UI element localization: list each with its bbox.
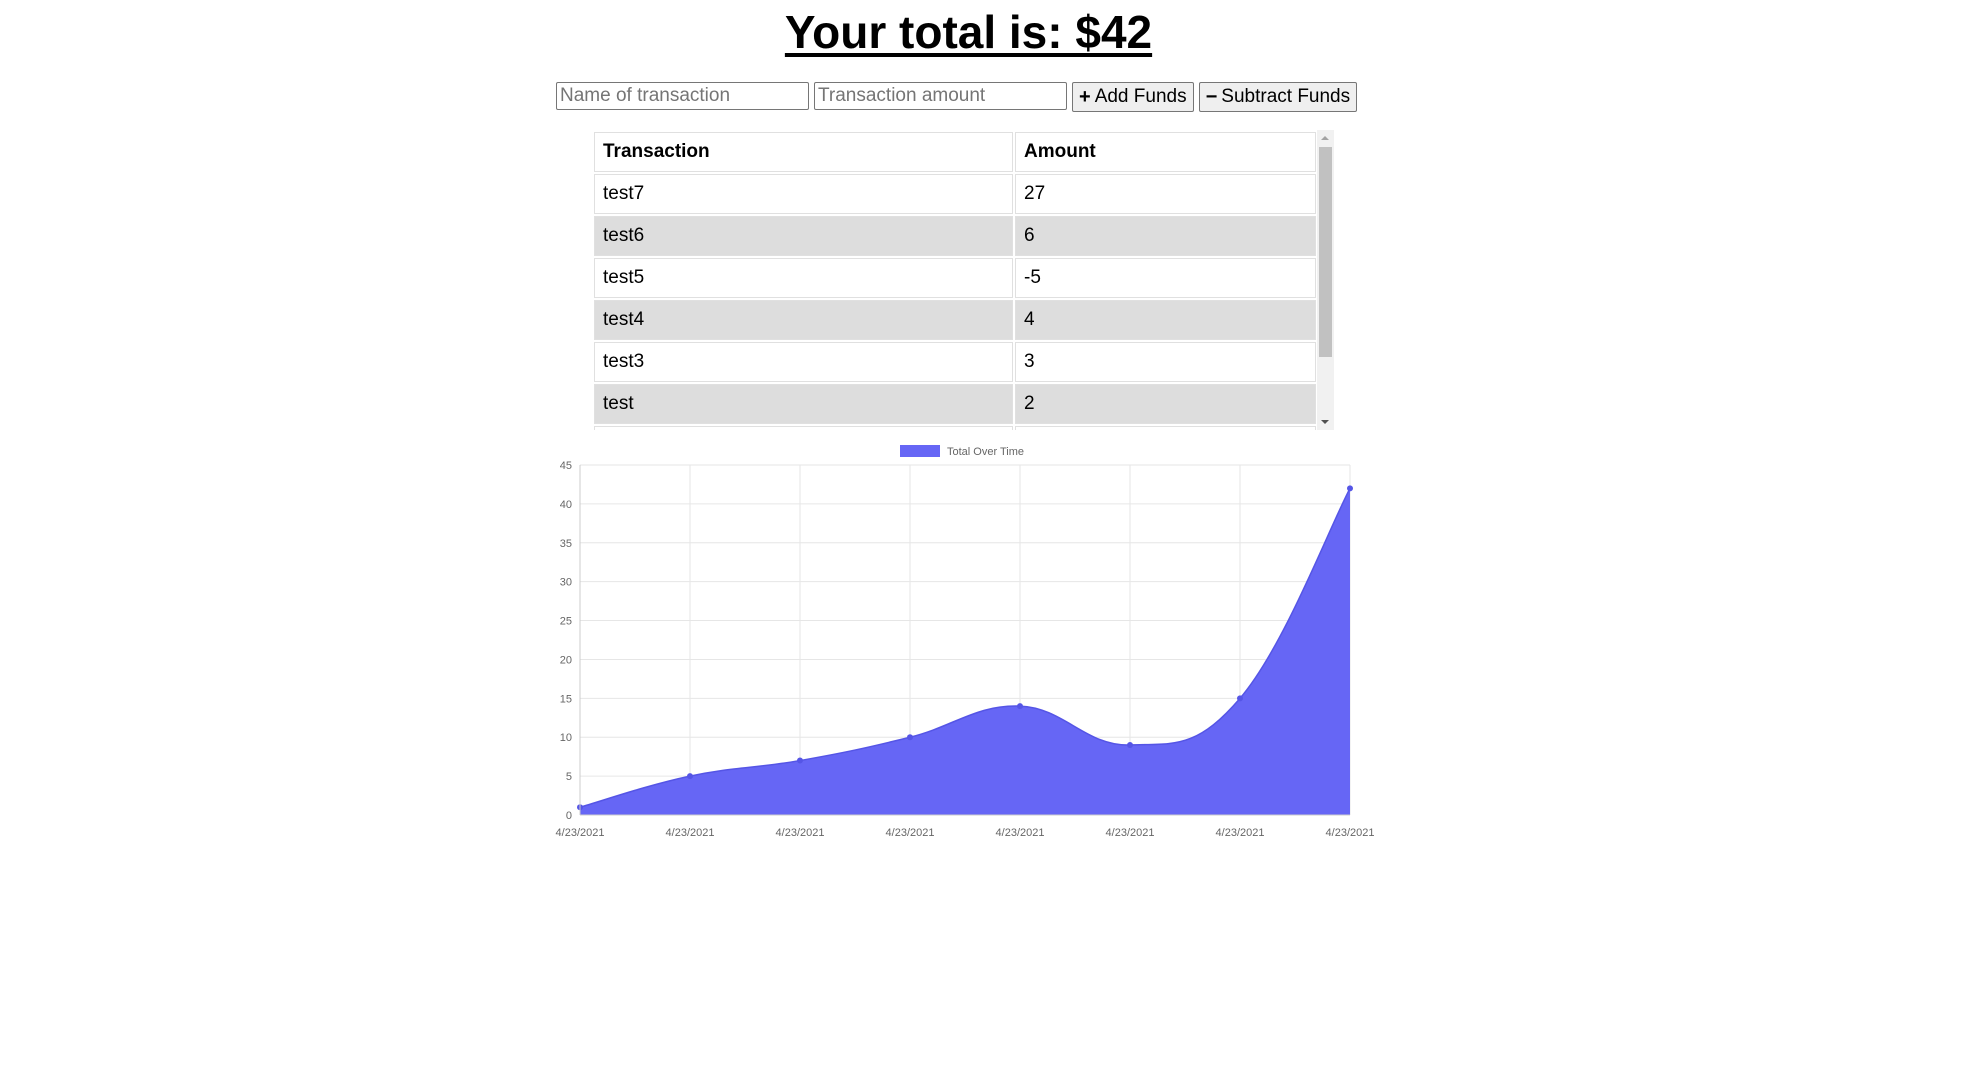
table-row: test 2 [594,384,1316,424]
data-point [1237,695,1243,702]
y-tick-label: 15 [560,693,572,705]
transaction-amount-cell: 27 [1015,174,1316,214]
scroll-down-arrow-icon[interactable] [1321,420,1329,424]
transaction-name-cell: test5 [594,258,1013,298]
data-point [687,773,693,780]
x-tick-label: 4/23/2021 [996,827,1045,839]
x-tick-label: 4/23/2021 [556,827,605,839]
series-area-total-over-time [580,488,1350,815]
transaction-amount-cell: 4 [1015,300,1316,340]
table-row: test5 -5 [594,258,1316,298]
y-tick-label: 0 [566,810,572,822]
scrollbar-thumb[interactable] [1319,147,1332,357]
transaction-name-cell: test7 [594,174,1013,214]
transaction-name-cell: test4 [594,300,1013,340]
transaction-amount-cell: 6 [1015,216,1316,256]
total-heading: Your total is: $42 [784,6,1153,58]
x-tick-label: 4/23/2021 [1326,827,1375,839]
data-point [1347,485,1353,492]
table-row: test6 6 [594,216,1316,256]
transaction-amount-cell [1015,426,1316,430]
subtract-funds-button[interactable]: − Subtract Funds [1198,82,1358,112]
data-point [797,757,803,764]
column-header-transaction: Transaction [594,132,1013,172]
transactions-table-container[interactable]: Transaction Amount test7 27 test6 6 test… [592,130,1334,430]
y-tick-label: 45 [560,460,572,472]
x-tick-label: 4/23/2021 [886,827,935,839]
y-tick-label: 10 [560,732,572,744]
x-tick-label: 4/23/2021 [666,827,715,839]
add-funds-label: Add Funds [1094,86,1187,107]
table-row: test3 3 [594,342,1316,382]
data-point [1127,742,1133,748]
y-tick-label: 35 [560,538,572,550]
chart-svg: 0 5 10 15 20 25 30 35 40 45 4/23/2021 4/23/2021 4/23… [556,445,1375,839]
minus-icon: − [1205,86,1218,108]
y-tick-label: 30 [560,577,572,589]
transaction-form: + Add Funds − Subtract Funds [556,82,1358,112]
plus-icon: + [1079,86,1091,108]
transaction-name-cell: test [594,384,1013,424]
table-scrollbar[interactable] [1317,130,1334,430]
transaction-amount-cell: 3 [1015,342,1316,382]
transactions-table: Transaction Amount test7 27 test6 6 test… [592,130,1318,430]
x-tick-label: 4/23/2021 [776,827,825,839]
table-row [594,426,1316,430]
data-point [907,734,913,741]
add-funds-button[interactable]: + Add Funds [1072,82,1194,112]
x-tick-label: 4/23/2021 [1216,827,1265,839]
transaction-name-cell: test6 [594,216,1013,256]
transaction-amount-cell: 2 [1015,384,1316,424]
legend-label: Total Over Time [947,446,1024,458]
table-row: test7 27 [594,174,1316,214]
transaction-amount-input[interactable] [814,82,1067,110]
y-tick-label: 25 [560,616,572,628]
y-tick-label: 20 [560,654,572,666]
scroll-up-arrow-icon[interactable] [1321,136,1329,140]
data-point [1017,703,1023,710]
table-header-row: Transaction Amount [594,132,1316,172]
transaction-amount-cell: -5 [1015,258,1316,298]
x-tick-label: 4/23/2021 [1106,827,1155,839]
y-tick-label: 40 [560,499,572,511]
transaction-name-cell [594,426,1013,430]
subtract-funds-label: Subtract Funds [1221,86,1351,107]
total-over-time-chart: 0 5 10 15 20 25 30 35 40 45 4/23/2021 4/23/2021 4/23… [540,435,1380,845]
column-header-amount: Amount [1015,132,1316,172]
transaction-name-cell: test3 [594,342,1013,382]
transaction-name-input[interactable] [556,82,809,110]
legend-swatch [900,445,940,457]
budget-tracker-page: Your total is: $42 + Add Funds − Subtrac… [0,0,1974,1080]
y-tick-label: 5 [566,771,572,783]
table-row: test4 4 [594,300,1316,340]
